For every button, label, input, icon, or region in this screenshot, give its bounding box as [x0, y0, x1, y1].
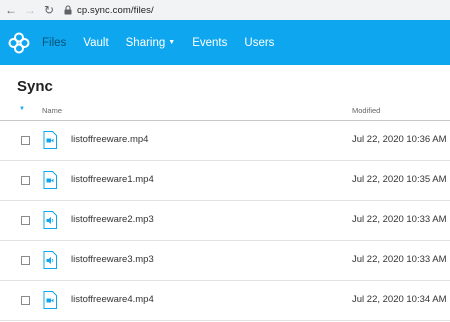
- file-name[interactable]: listoffreeware.mp4: [71, 134, 148, 145]
- page-title: Sync: [17, 78, 53, 95]
- column-modified-header[interactable]: Modified: [352, 106, 380, 115]
- file-modified: Jul 22, 2020 10:33 AM: [352, 214, 447, 225]
- table-header: ▼ Name Modified: [0, 101, 450, 121]
- browser-toolbar: ← → ↻ cp.sync.com/files/: [0, 0, 450, 20]
- audio-file-icon: [43, 211, 57, 229]
- nav-events-label: Events: [192, 36, 228, 49]
- row-checkbox[interactable]: [21, 176, 30, 185]
- nav-events[interactable]: Events: [192, 37, 227, 49]
- file-name[interactable]: listoffreeware1.mp4: [71, 174, 154, 185]
- file-modified: Jul 22, 2020 10:35 AM: [352, 174, 447, 185]
- caret-down-icon: ▼: [168, 39, 176, 46]
- url-text: cp.sync.com/files/: [77, 4, 154, 16]
- nav-vault-label: Vault: [83, 36, 109, 49]
- audio-file-icon: [43, 251, 57, 269]
- nav-files[interactable]: Files: [42, 37, 66, 49]
- nav-users-label: Users: [244, 36, 275, 49]
- video-file-icon: [43, 291, 57, 309]
- reload-icon[interactable]: ↻: [41, 2, 57, 18]
- file-modified: Jul 22, 2020 10:33 AM: [352, 254, 447, 265]
- row-checkbox[interactable]: [21, 256, 30, 265]
- table-row[interactable]: listoffreeware1.mp4 Jul 22, 2020 10:35 A…: [0, 161, 450, 201]
- sync-logo-icon[interactable]: [8, 32, 30, 54]
- column-name-header[interactable]: Name: [42, 106, 62, 115]
- file-name[interactable]: listoffreeware3.mp3: [71, 254, 154, 265]
- address-bar[interactable]: cp.sync.com/files/: [63, 2, 154, 18]
- lock-icon: [64, 5, 72, 15]
- table-row[interactable]: listoffreeware.mp4 Jul 22, 2020 10:36 AM: [0, 121, 450, 161]
- row-checkbox[interactable]: [21, 296, 30, 305]
- table-row[interactable]: listoffreeware3.mp3 Jul 22, 2020 10:33 A…: [0, 241, 450, 281]
- video-file-icon: [43, 171, 57, 189]
- file-name[interactable]: listoffreeware4.mp4: [71, 294, 154, 305]
- sort-down-icon[interactable]: ▼: [19, 106, 25, 112]
- file-modified: Jul 22, 2020 10:36 AM: [352, 134, 447, 145]
- file-name[interactable]: listoffreeware2.mp3: [71, 214, 154, 225]
- back-arrow-icon[interactable]: ←: [3, 2, 19, 18]
- row-checkbox[interactable]: [21, 216, 30, 225]
- file-modified: Jul 22, 2020 10:34 AM: [352, 294, 447, 305]
- row-checkbox[interactable]: [21, 136, 30, 145]
- nav-sharing-label: Sharing: [125, 36, 166, 49]
- table-row[interactable]: listoffreeware2.mp3 Jul 22, 2020 10:33 A…: [0, 201, 450, 241]
- video-file-icon: [43, 131, 57, 149]
- app-header: Files Vault Sharing ▼ Events Users: [0, 20, 450, 65]
- nav-files-label: Files: [42, 36, 67, 49]
- nav-sharing[interactable]: Sharing ▼: [126, 37, 176, 49]
- table-row[interactable]: listoffreeware4.mp4 Jul 22, 2020 10:34 A…: [0, 281, 450, 321]
- forward-arrow-icon[interactable]: →: [22, 2, 38, 18]
- nav-users[interactable]: Users: [244, 37, 274, 49]
- nav-vault[interactable]: Vault: [83, 37, 108, 49]
